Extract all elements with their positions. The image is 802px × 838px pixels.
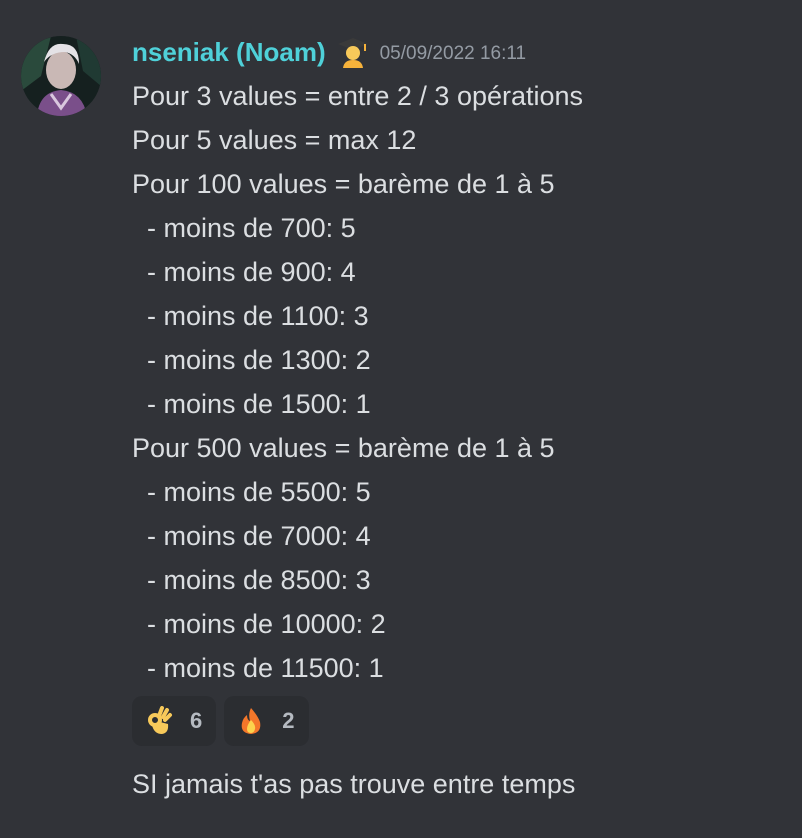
message-line: - moins de 11500: 1 xyxy=(132,653,384,683)
reactions-bar: 6 2 xyxy=(132,696,782,746)
message-line: - moins de 8500: 3 xyxy=(132,565,371,595)
message-line: - moins de 1300: 2 xyxy=(132,345,371,375)
message-line: Pour 500 values = barème de 1 à 5 xyxy=(132,433,555,463)
reaction-count: 6 xyxy=(190,708,203,733)
message-line: Pour 100 values = barème de 1 à 5 xyxy=(132,169,555,199)
message-line: - moins de 7000: 4 xyxy=(132,521,371,551)
message-content: Pour 3 values = entre 2 / 3 opérations P… xyxy=(132,74,782,690)
author-name[interactable]: nseniak (Noam) xyxy=(132,30,326,74)
message-timestamp[interactable]: 05/09/2022 16:11 xyxy=(380,39,527,65)
message-header: nseniak (Noam) 05/09/2022 16:11 xyxy=(132,30,782,74)
message-line: - moins de 900: 4 xyxy=(132,257,356,287)
message-line: Pour 3 values = entre 2 / 3 opérations xyxy=(132,81,584,111)
reaction-fire[interactable]: 2 xyxy=(224,696,309,746)
message-avatar[interactable] xyxy=(21,36,101,116)
message-line: - moins de 1500: 1 xyxy=(132,389,371,419)
message-line: - moins de 10000: 2 xyxy=(132,609,386,639)
fire-emoji-icon xyxy=(236,706,266,736)
followup-message-text: SI jamais t'as pas trouve entre temps xyxy=(132,769,576,799)
message-line: - moins de 700: 5 xyxy=(132,213,356,243)
student-emoji-icon xyxy=(336,35,370,69)
message-line: - moins de 5500: 5 xyxy=(132,477,371,507)
ok-hand-emoji-icon xyxy=(144,706,174,736)
reaction-count: 2 xyxy=(282,708,295,733)
reaction-ok-hand[interactable]: 6 xyxy=(132,696,217,746)
message-line: - moins de 1100: 3 xyxy=(132,301,369,331)
message-line: Pour 5 values = max 12 xyxy=(132,125,417,155)
message: nseniak (Noam) 05/09/2022 16:11 Pour 3 v… xyxy=(132,30,782,806)
